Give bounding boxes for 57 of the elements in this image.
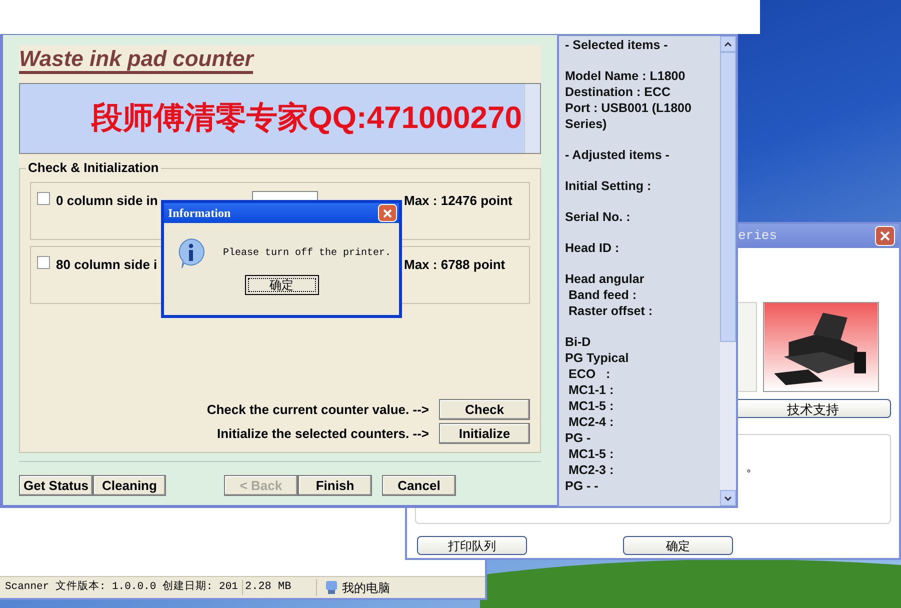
status-text: 2.28 MB <box>243 579 317 596</box>
close-icon <box>880 231 890 241</box>
info-line: MC1-5 : <box>567 398 615 414</box>
info-line: Head ID : <box>565 240 620 256</box>
status-text: 我的电脑 <box>341 580 390 596</box>
info-line: MC2-3 : <box>567 462 615 478</box>
info-line: Band feed : <box>567 287 638 303</box>
counter-label: 0 column side in <box>56 192 156 210</box>
info-line: - Adjusted items - <box>565 147 670 163</box>
counter-label: 80 column side i <box>56 256 156 274</box>
dialog-title: Information <box>168 205 231 222</box>
computer-icon <box>325 580 338 595</box>
close-icon <box>383 208 392 218</box>
status-text: Scanner 文件版本: 1.0.0.0 创建日期: 201 <box>5 580 238 595</box>
close-button[interactable] <box>378 204 397 222</box>
info-line: Model Name : L1800 <box>565 68 686 84</box>
dialog-button[interactable]: 确定 <box>623 536 733 555</box>
wizard-button[interactable]: Finish <box>298 475 372 496</box>
info-line: MC1-1 : <box>567 382 615 398</box>
info-line: Port : USB001 (L1800 Series) <box>565 100 692 132</box>
wizard-button[interactable]: Cleaning <box>93 475 166 496</box>
info-line: PG - - <box>565 478 600 494</box>
action-label: Check the current counter value. --> <box>206 400 429 419</box>
action-label: Initialize the selected counters. --> <box>216 424 429 443</box>
scroll-thumb[interactable] <box>720 52 736 342</box>
max-label: Max : 6788 point <box>404 256 506 274</box>
info-line: ECO : <box>567 366 612 382</box>
info-line: Destination : ECC <box>565 84 672 100</box>
message-text: 。 <box>746 459 759 474</box>
info-line: Serial No. : <box>565 209 632 225</box>
wizard-button[interactable]: Cancel <box>382 475 456 496</box>
max-label: Max : 12476 point <box>404 192 512 210</box>
banner-text: 段师傅清零专家QQ:471000270 <box>90 99 523 138</box>
checkbox[interactable] <box>37 192 50 205</box>
dialog-message: Please turn off the printer. <box>223 246 392 260</box>
page-title: Waste ink pad counter <box>19 47 254 74</box>
close-button[interactable] <box>875 226 895 246</box>
ok-button[interactable]: 确定 <box>244 275 318 295</box>
scrollbar <box>524 84 540 153</box>
action-button[interactable]: Initialize <box>439 423 530 444</box>
info-line: Initial Setting : <box>565 178 652 194</box>
info-line: Bi-D <box>565 334 592 350</box>
info-line: - Selected items - <box>565 37 669 53</box>
checkbox[interactable] <box>37 256 50 269</box>
info-line: MC1-5 : <box>567 446 615 462</box>
info-line: MC2-4 : <box>567 414 615 430</box>
info-line: PG Typical <box>565 350 630 366</box>
dialog-button[interactable]: 打印队列 <box>417 536 527 555</box>
scroll-up-button[interactable] <box>720 36 736 52</box>
action-button[interactable]: Check <box>439 399 530 420</box>
info-line: Head angular <box>565 271 646 287</box>
support-button[interactable]: 技术支持 <box>735 399 891 418</box>
window-title: eries <box>738 227 778 246</box>
info-line: Raster offset : <box>567 303 654 319</box>
wizard-button[interactable]: Get Status <box>19 475 93 496</box>
scroll-down-button[interactable] <box>720 490 736 506</box>
info-line: PG - <box>565 430 592 446</box>
